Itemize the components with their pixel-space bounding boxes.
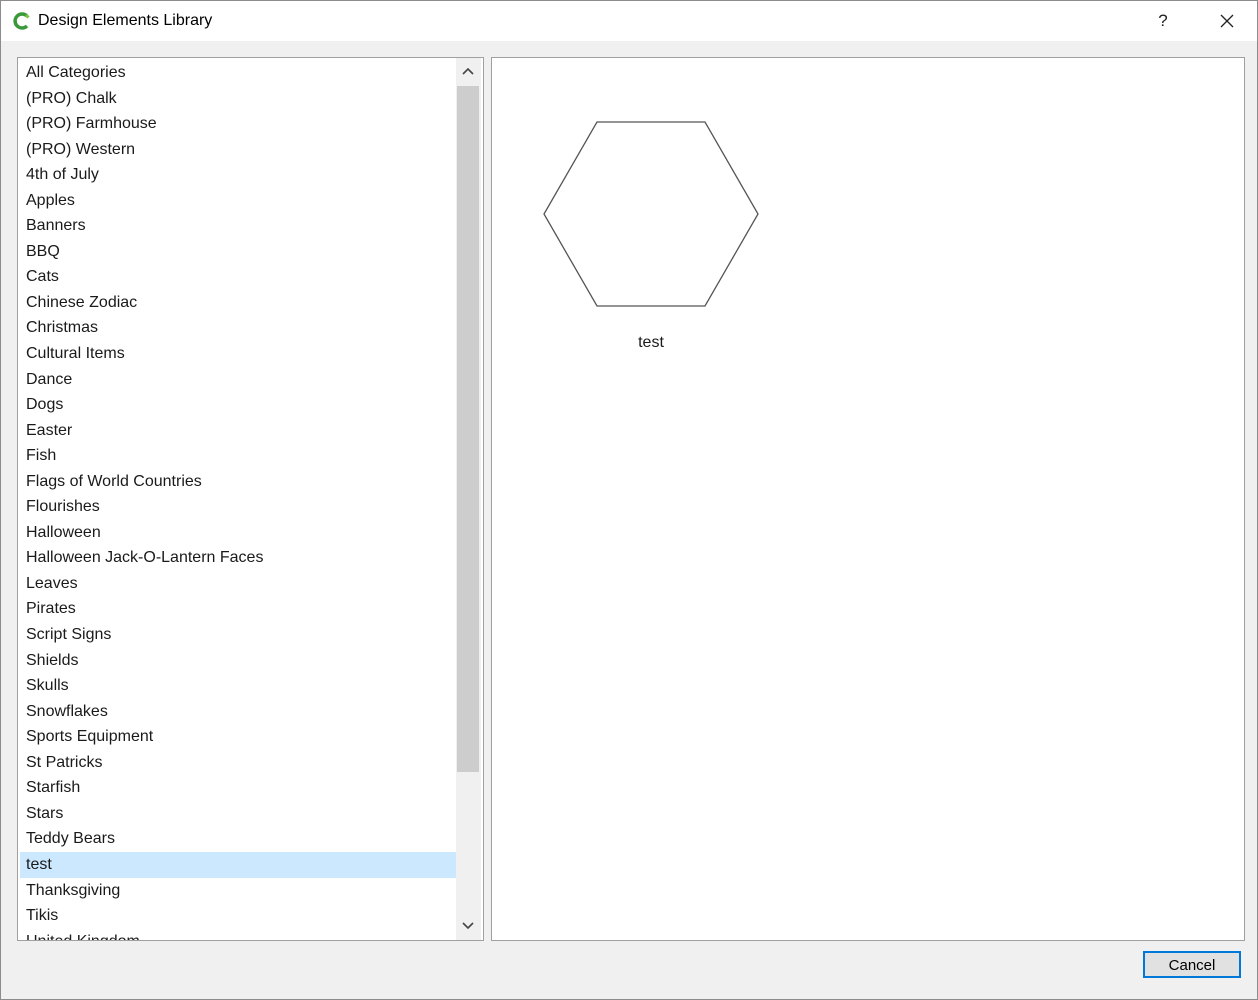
category-list-item[interactable]: Tikis xyxy=(18,903,456,929)
window-title: Design Elements Library xyxy=(38,12,213,29)
category-list-item[interactable]: Banners xyxy=(18,213,456,239)
close-icon xyxy=(1220,14,1234,28)
hexagon-icon xyxy=(543,121,759,307)
cancel-button[interactable]: Cancel xyxy=(1143,951,1241,978)
category-list-item[interactable]: Cats xyxy=(18,264,456,290)
category-list-item[interactable]: BBQ xyxy=(18,239,456,265)
category-list-item[interactable]: St Patricks xyxy=(18,750,456,776)
category-list-item[interactable]: Pirates xyxy=(18,596,456,622)
category-list-item[interactable]: All Categories xyxy=(18,60,456,86)
category-list-item[interactable]: (PRO) Farmhouse xyxy=(18,111,456,137)
category-list-scrollbar[interactable] xyxy=(456,58,481,940)
category-list-item[interactable]: Thanksgiving xyxy=(18,878,456,904)
close-button[interactable] xyxy=(1205,5,1249,37)
chevron-down-icon xyxy=(462,922,474,930)
category-list-item[interactable]: Sports Equipment xyxy=(18,724,456,750)
chevron-up-icon xyxy=(462,67,474,75)
scroll-down-button[interactable] xyxy=(456,913,481,940)
category-list-item[interactable]: 4th of July xyxy=(18,162,456,188)
design-elements-library-dialog: Design Elements Library ? All Categories… xyxy=(0,0,1258,1000)
category-list-item[interactable]: Chinese Zodiac xyxy=(18,290,456,316)
app-logo-icon xyxy=(13,12,30,30)
category-list-item[interactable]: Flags of World Countries xyxy=(18,469,456,495)
category-list-item[interactable]: Halloween xyxy=(18,520,456,546)
elements-preview-panel: test xyxy=(491,57,1245,941)
category-list-item[interactable]: Apples xyxy=(18,188,456,214)
category-list-item[interactable]: Teddy Bears xyxy=(18,826,456,852)
category-list-item[interactable]: Stars xyxy=(18,801,456,827)
category-list-item[interactable]: United Kingdom xyxy=(18,929,456,940)
category-list-item[interactable]: Skulls xyxy=(18,673,456,699)
category-list-item[interactable]: Starfish xyxy=(18,775,456,801)
category-list-item[interactable]: Halloween Jack-O-Lantern Faces xyxy=(18,545,456,571)
category-list-item[interactable]: Leaves xyxy=(18,571,456,597)
category-list-item[interactable]: Dance xyxy=(18,367,456,393)
design-element-tile[interactable]: test xyxy=(540,118,762,358)
title-bar: Design Elements Library ? xyxy=(1,1,1257,41)
category-list-item[interactable]: Cultural Items xyxy=(18,341,456,367)
category-list-item[interactable]: Shields xyxy=(18,648,456,674)
category-list-item[interactable]: Snowflakes xyxy=(18,699,456,725)
category-list-item[interactable]: Fish xyxy=(18,443,456,469)
category-list-item[interactable]: (PRO) Western xyxy=(18,137,456,163)
category-list-item[interactable]: Flourishes xyxy=(18,494,456,520)
scroll-up-button[interactable] xyxy=(456,58,481,85)
category-list-items: All Categories (PRO) Chalk (PRO) Farmhouse… xyxy=(18,60,456,940)
category-list-item[interactable]: Easter xyxy=(18,418,456,444)
scrollbar-thumb[interactable] xyxy=(457,86,479,772)
category-list-item[interactable]: Christmas xyxy=(18,315,456,341)
help-button[interactable]: ? xyxy=(1143,5,1183,37)
category-list-item[interactable]: Script Signs xyxy=(18,622,456,648)
category-list-item[interactable]: (PRO) Chalk xyxy=(18,86,456,112)
design-element-label: test xyxy=(638,334,664,351)
category-list[interactable]: All Categories (PRO) Chalk (PRO) Farmhouse… xyxy=(17,57,484,941)
category-list-item[interactable]: test xyxy=(20,851,456,878)
category-list-item[interactable]: Dogs xyxy=(18,392,456,418)
